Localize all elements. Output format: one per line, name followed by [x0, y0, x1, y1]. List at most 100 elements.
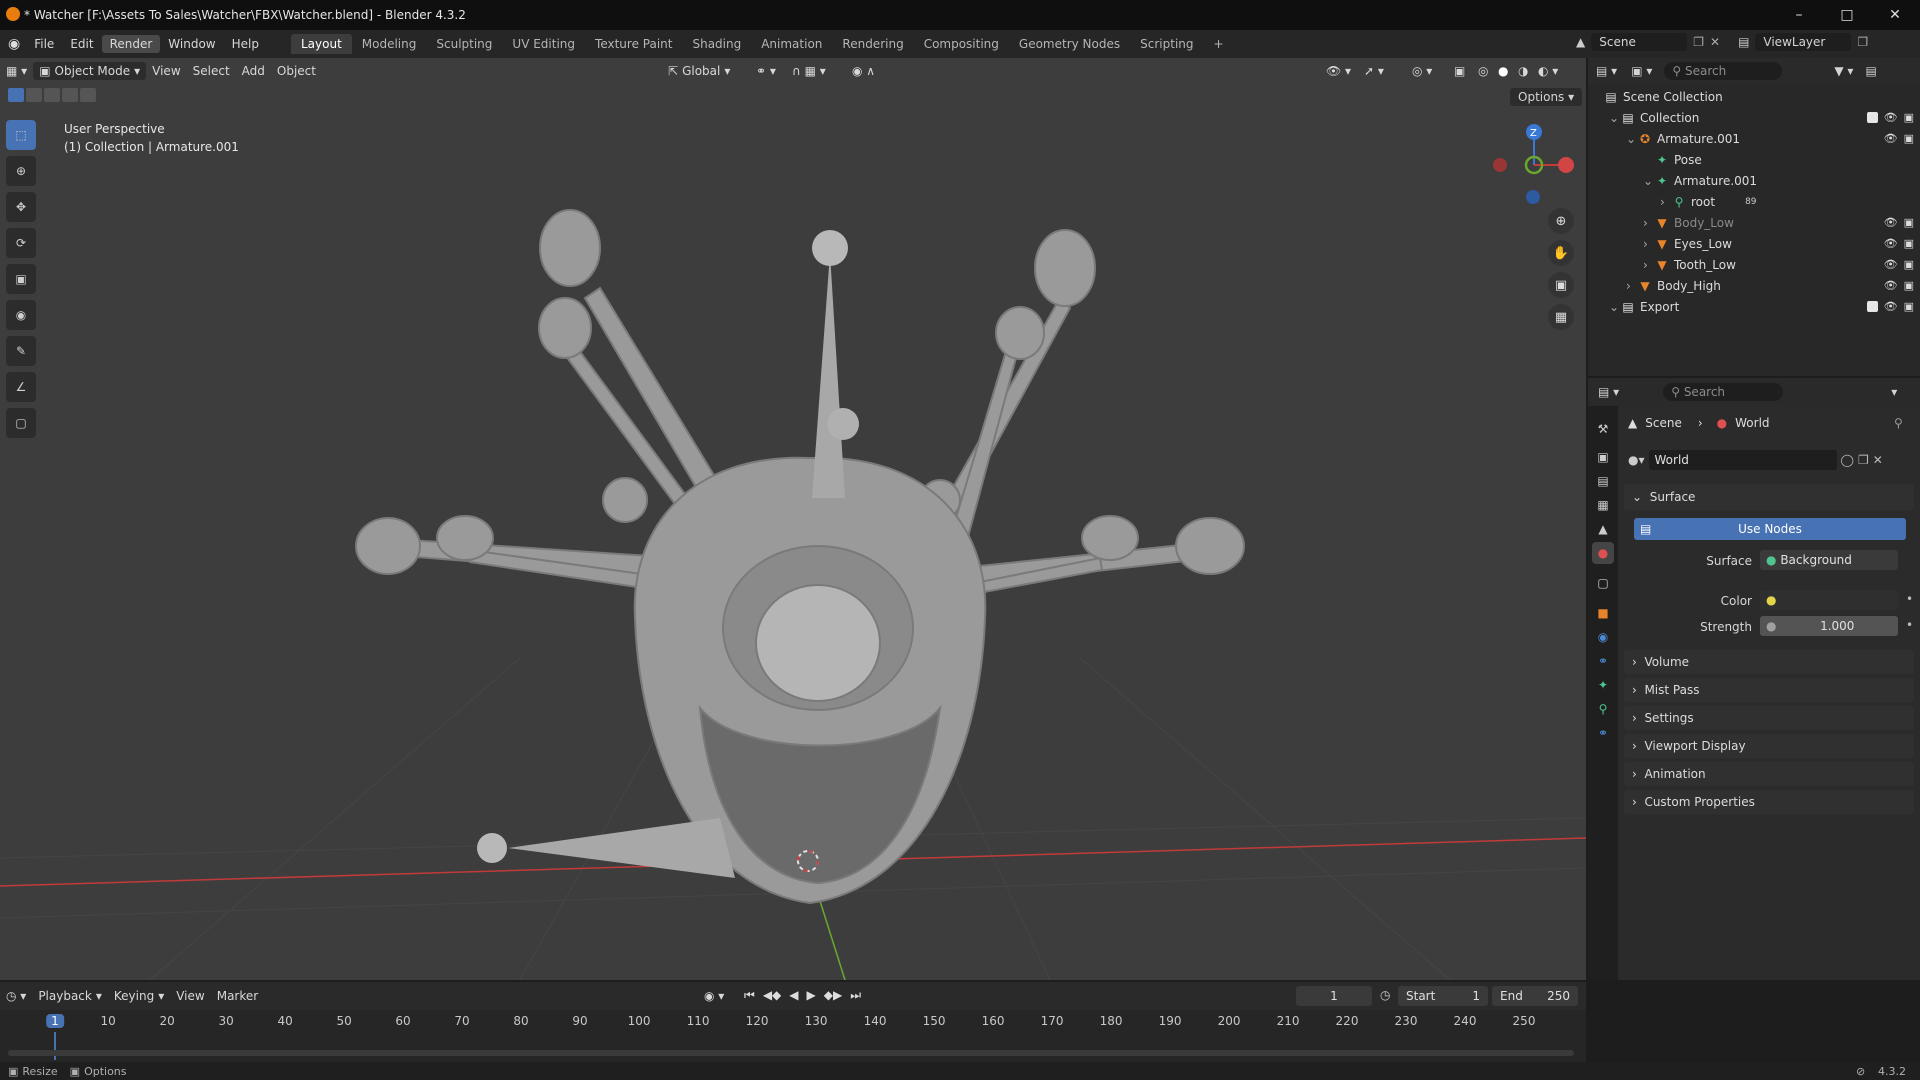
view-layer-tab-icon[interactable]: ▦: [1592, 494, 1614, 516]
timeline-scrollbar[interactable]: [8, 1050, 1574, 1056]
new-world-icon[interactable]: ❐: [1858, 453, 1869, 467]
filter-icon[interactable]: ▼ ▾: [1834, 64, 1853, 78]
snap-icon[interactable]: ∩ ▦ ▾: [786, 62, 832, 80]
camera-icon[interactable]: ▣: [1904, 132, 1914, 145]
auto-keying-icon[interactable]: ◉ ▾: [698, 987, 730, 1005]
3d-viewport[interactable]: Z ▦ ▾ ▣ Object Mode ▾ View Select Add Ob…: [0, 58, 1586, 980]
eye-icon[interactable]: 👁: [1884, 216, 1898, 229]
expand-toggle-icon[interactable]: ⌄: [1643, 174, 1655, 188]
collapsed-panel-volume[interactable]: › Volume: [1624, 650, 1914, 674]
camera-icon[interactable]: ▣: [1904, 237, 1914, 250]
collapsed-panel-animation[interactable]: › Animation: [1624, 762, 1914, 786]
physics-tab-icon[interactable]: ◉: [1592, 626, 1614, 648]
outliner-row[interactable]: ⌄ ✪ Armature.001 👁 ▣: [1588, 128, 1920, 149]
menu-keying[interactable]: Keying ▾: [108, 987, 170, 1005]
play-reverse-icon[interactable]: ◀: [789, 988, 798, 1003]
expand-toggle-icon[interactable]: ⌄: [1609, 300, 1621, 314]
use-nodes-button[interactable]: ▤ Use Nodes: [1634, 518, 1906, 540]
eye-icon[interactable]: 👁: [1884, 132, 1898, 145]
menu-marker[interactable]: Marker: [211, 987, 264, 1005]
ortho-toggle-icon[interactable]: ▦: [1548, 304, 1574, 330]
scale-tool[interactable]: ▣: [6, 264, 36, 294]
color-field[interactable]: ●: [1760, 590, 1898, 610]
current-frame-field[interactable]: 1: [1296, 986, 1372, 1006]
start-frame-field[interactable]: Start 1: [1398, 986, 1488, 1006]
camera-icon[interactable]: ▣: [1904, 258, 1914, 271]
next-keyframe-icon[interactable]: ◆▶: [824, 988, 842, 1003]
menu-timeline-view[interactable]: View: [170, 987, 210, 1005]
expand-toggle-icon[interactable]: ›: [1643, 258, 1655, 272]
measure-tool[interactable]: ∠: [6, 372, 36, 402]
visibility-icon[interactable]: 👁 ▾: [1320, 62, 1357, 80]
expand-toggle-icon[interactable]: ›: [1660, 195, 1672, 209]
menu-view[interactable]: View: [146, 62, 186, 80]
view-layer-selector[interactable]: ViewLayer: [1755, 33, 1852, 51]
surface-shader-field[interactable]: ● Background: [1760, 550, 1898, 570]
eye-icon[interactable]: 👁: [1884, 258, 1898, 271]
menu-edit[interactable]: Edit: [62, 35, 101, 53]
rotate-tool[interactable]: ⟳: [6, 228, 36, 258]
tab-shading[interactable]: Shading: [682, 34, 751, 54]
editor-type-icon[interactable]: ▦ ▾: [0, 62, 33, 80]
pivot-point-icon[interactable]: ⚭ ▾: [750, 62, 782, 80]
new-collection-icon[interactable]: ▤: [1865, 64, 1876, 78]
play-icon[interactable]: ▶: [807, 988, 816, 1003]
output-tab-icon[interactable]: ▤: [1592, 470, 1614, 492]
object-tab-icon[interactable]: ■: [1592, 602, 1614, 624]
eye-icon[interactable]: 👁: [1884, 111, 1898, 124]
tab-uv-editing[interactable]: UV Editing: [502, 34, 585, 54]
menu-playback[interactable]: Playback ▾: [32, 987, 108, 1005]
bone-constraints-tab-icon[interactable]: ⚭: [1592, 722, 1614, 744]
outliner-row[interactable]: ⌄ ▤ Collection 👁 ▣: [1588, 107, 1920, 128]
eye-icon[interactable]: 👁: [1884, 279, 1898, 292]
world-browse-icon[interactable]: ●▾: [1628, 453, 1645, 467]
exclude-checkbox[interactable]: [1866, 112, 1878, 123]
tab-compositing[interactable]: Compositing: [914, 34, 1009, 54]
expand-toggle-icon[interactable]: ›: [1643, 216, 1655, 230]
fake-user-icon[interactable]: ◯: [1841, 453, 1854, 467]
bone-joint[interactable]: [827, 408, 859, 440]
outliner-row[interactable]: › ▼ Eyes_Low 👁 ▣: [1588, 233, 1920, 254]
new-view-layer-icon[interactable]: ❐: [1857, 35, 1868, 49]
tab-animation[interactable]: Animation: [751, 34, 832, 54]
properties-search-input[interactable]: ⚲ Search: [1663, 383, 1784, 401]
constraints-tab-icon[interactable]: ⚭: [1592, 650, 1614, 672]
menu-select[interactable]: Select: [187, 62, 236, 80]
menu-help[interactable]: Help: [224, 35, 267, 53]
camera-view-icon[interactable]: ▣: [1548, 272, 1574, 298]
end-frame-field[interactable]: End 250: [1492, 986, 1578, 1006]
eye-icon[interactable]: 👁: [1884, 300, 1898, 313]
timer-icon[interactable]: ◷: [1380, 988, 1390, 1002]
options-dropdown[interactable]: Options ▾: [1510, 88, 1583, 106]
world-name-field[interactable]: World: [1648, 450, 1837, 470]
eye-icon[interactable]: 👁: [1884, 237, 1898, 250]
collapsed-panel-viewport-display[interactable]: › Viewport Display: [1624, 734, 1914, 758]
tab-texture-paint[interactable]: Texture Paint: [585, 34, 682, 54]
select-intersect-icon[interactable]: [80, 88, 96, 102]
collection-tab-icon[interactable]: ▢: [1592, 572, 1614, 594]
tab-geometry-nodes[interactable]: Geometry Nodes: [1009, 34, 1130, 54]
display-mode-icon[interactable]: ▣ ▾: [1631, 64, 1652, 78]
select-new-icon[interactable]: [8, 88, 24, 102]
outliner-row[interactable]: ⌄ ✦ Armature.001: [1588, 170, 1920, 191]
expand-toggle-icon[interactable]: ›: [1626, 279, 1638, 293]
pin-icon[interactable]: ⚲: [1894, 416, 1903, 430]
menu-render[interactable]: Render: [101, 35, 161, 53]
keyframe-dot-icon[interactable]: •: [1906, 618, 1913, 632]
outliner-row[interactable]: › ▼ Body_Low 👁 ▣: [1588, 212, 1920, 233]
overlays-icon[interactable]: ◎ ▾: [1406, 62, 1438, 80]
tab-scripting[interactable]: Scripting: [1130, 34, 1203, 54]
outliner-row[interactable]: › ⚲ root 89: [1588, 191, 1920, 212]
add-cube-tool[interactable]: ▢: [6, 408, 36, 438]
jump-end-icon[interactable]: ⏭: [850, 988, 861, 1003]
outliner-row[interactable]: ✦ Pose: [1588, 149, 1920, 170]
timeline-ruler[interactable]: 1 10 20 30 40 50 60 70 80 90 100 110 120 130 140 150 160…: [0, 1010, 1586, 1032]
collapsed-panel-mist-pass[interactable]: › Mist Pass: [1624, 678, 1914, 702]
annotate-tool[interactable]: ✎: [6, 336, 36, 366]
close-button[interactable]: ✕: [1872, 0, 1918, 30]
select-invert-icon[interactable]: [62, 88, 78, 102]
strength-field[interactable]: ● 1.000: [1760, 616, 1898, 636]
watcher-model[interactable]: [355, 209, 1245, 905]
select-box-tool[interactable]: ⬚: [6, 120, 36, 150]
new-scene-icon[interactable]: ❐: [1693, 35, 1704, 49]
